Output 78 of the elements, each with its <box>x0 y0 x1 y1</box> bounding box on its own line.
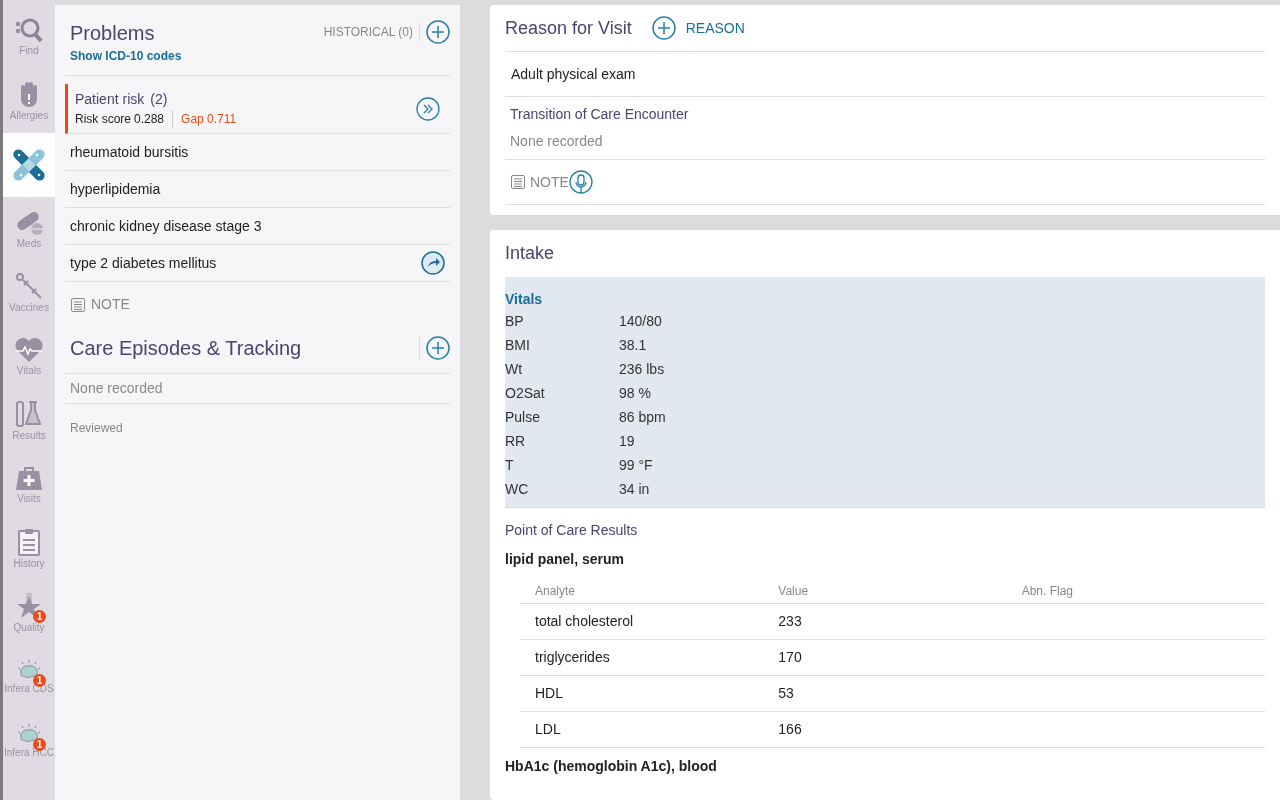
sidebar-item[interactable]: History <box>3 517 55 581</box>
gap-value: Gap 0.711 <box>181 111 237 128</box>
subsection-title: Vitals <box>505 290 544 309</box>
sidebar-item[interactable]: Meds <box>3 197 55 261</box>
note-icon <box>70 296 86 313</box>
column-header: Analyte <box>535 582 577 600</box>
empty-text: None recorded <box>510 132 604 151</box>
table-cell-text: LDL <box>535 720 562 739</box>
risk-score-label: Risk score <box>75 111 131 128</box>
note-icon <box>510 174 526 190</box>
section-title: Problems <box>70 21 156 46</box>
sidebar-item[interactable]: Visits <box>3 453 55 517</box>
vital-label: BP <box>505 311 525 331</box>
table-cell-text: total cholesterol <box>535 612 635 631</box>
risk-title: Patient risk <box>75 90 145 109</box>
vital-label: Pulse <box>505 407 542 427</box>
panel-title: HbA1c (hemoglobin A1c), blood <box>505 757 718 776</box>
sidebar-item[interactable]: Results <box>3 389 55 453</box>
vital-value: 38.1 <box>619 335 647 355</box>
sidebar-item[interactable]: Find <box>3 5 55 69</box>
table-cell-text: 166 <box>778 720 803 739</box>
vital-label: BMI <box>505 335 531 355</box>
vital-label: O2Sat <box>505 383 546 403</box>
empty-text: None recorded <box>70 379 163 398</box>
vital-label: T <box>505 455 515 475</box>
share-icon[interactable] <box>421 251 445 275</box>
add-button[interactable] <box>426 20 450 44</box>
sidebar-item[interactable]: Allergies <box>3 69 55 133</box>
sidebar-item[interactable]: Vitals <box>3 325 55 389</box>
vital-value: 236 lbs <box>619 359 665 379</box>
problem-item[interactable]: rheumatoid bursitis <box>70 141 189 163</box>
vital-value: 98 % <box>619 383 651 403</box>
lab-flask-icon <box>15 400 43 428</box>
subsection-title: Point of Care Results <box>505 521 639 540</box>
vital-value: 99 °F <box>619 455 653 475</box>
vital-label: Wt <box>505 359 524 379</box>
column-header: Abn. Flag <box>1021 582 1075 600</box>
section-title: Intake <box>505 242 555 265</box>
historical-button[interactable]: HISTORICAL (0) <box>323 23 420 41</box>
problem-item[interactable]: chronic kidney disease stage 3 <box>70 215 262 237</box>
table-cell-text: triglycerides <box>535 648 611 667</box>
vital-label: WC <box>505 479 530 499</box>
table-cell-text: 53 <box>778 684 795 703</box>
microphone-icon[interactable] <box>568 170 593 194</box>
vital-value: 86 bpm <box>619 407 666 427</box>
add-icon <box>651 16 676 40</box>
vital-label: RR <box>505 431 527 451</box>
show-codes-link[interactable]: Show ICD-10 codes <box>70 47 182 65</box>
reviewed-text: Reviewed <box>70 421 123 435</box>
table-cell-text: 170 <box>778 648 803 667</box>
note-button[interactable]: NOTE <box>510 171 569 193</box>
vital-value: 19 <box>619 431 635 451</box>
risk-score: 0.288 <box>134 110 174 128</box>
sidebar-item[interactable] <box>3 133 55 197</box>
table-cell-text: 233 <box>778 612 803 631</box>
problem-item[interactable]: hyperlipidemia <box>70 178 161 200</box>
clipboard-icon <box>17 528 41 556</box>
section-title: Reason for Visit <box>505 16 632 40</box>
reason-text: Adult physical exam <box>511 64 636 84</box>
medical-bag-icon <box>15 465 43 491</box>
heart-icon <box>14 337 44 363</box>
note-button[interactable]: NOTE <box>65 294 130 315</box>
vital-value: 34 in <box>619 479 650 499</box>
column-header: Value <box>778 582 810 600</box>
table-cell-text: HDL <box>535 684 564 703</box>
syringe-icon <box>15 272 43 300</box>
subsection-title: Transition of Care Encounter <box>510 105 690 124</box>
vital-value: 140/80 <box>619 311 662 331</box>
count-badge: 1 <box>33 610 46 623</box>
expand-icon[interactable] <box>416 96 440 121</box>
search-icon <box>15 17 43 43</box>
add-reason-button[interactable]: REASON <box>651 16 745 40</box>
sidebar-item[interactable]: Vaccines <box>3 261 55 325</box>
problem-item[interactable]: type 2 diabetes mellitus <box>70 252 217 274</box>
section-title: Care Episodes & Tracking <box>70 336 302 361</box>
sidebar-item[interactable]: 1 Quality <box>3 581 55 645</box>
risk-count: (2) <box>150 90 168 109</box>
panel-title: lipid panel, serum <box>505 550 626 569</box>
